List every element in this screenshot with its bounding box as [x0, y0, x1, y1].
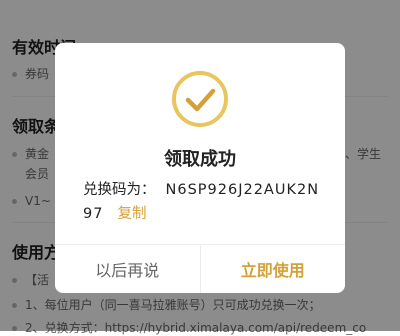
code-label: 兑换码为： [83, 182, 156, 198]
check-circle-icon [171, 70, 229, 128]
use-now-button[interactable]: 立即使用 [201, 245, 346, 293]
copy-link[interactable]: 复制 [117, 206, 146, 222]
success-dialog: 领取成功 兑换码为： N6SP926J22AUK2N97 复制 以后再说 立即使用 [55, 43, 345, 293]
dialog-actions: 以后再说 立即使用 [55, 244, 345, 293]
redeem-code-block: 兑换码为： N6SP926J22AUK2N97 复制 [83, 178, 325, 226]
dialog-title: 领取成功 [164, 149, 236, 170]
later-button[interactable]: 以后再说 [55, 245, 201, 293]
